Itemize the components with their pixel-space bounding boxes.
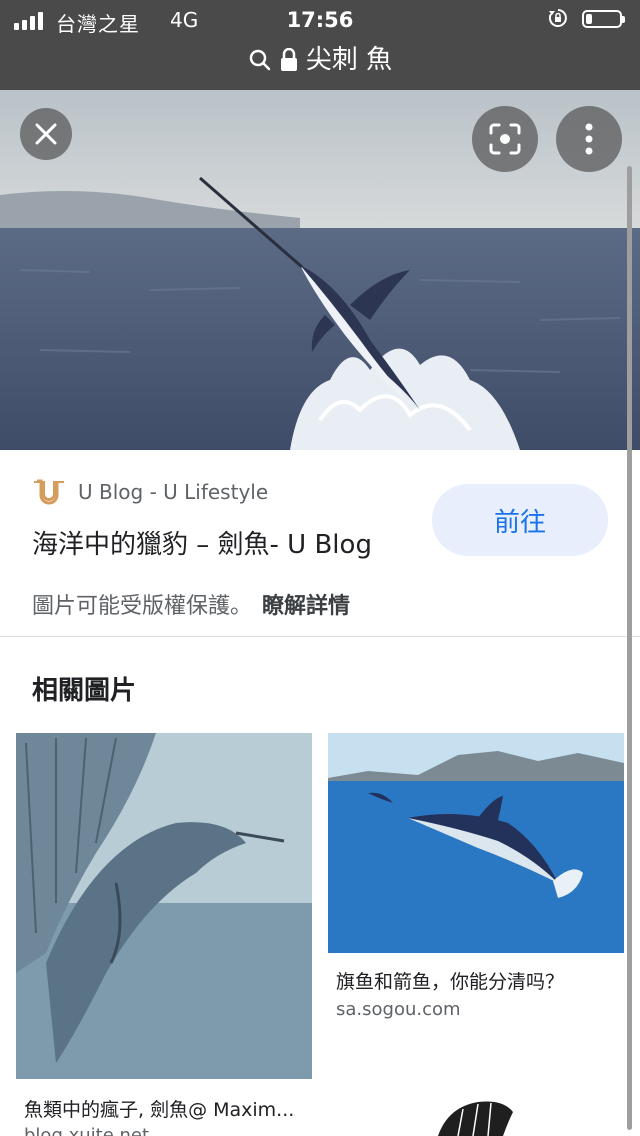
search-query: 尖刺 魚 bbox=[305, 45, 393, 75]
related-image-card[interactable] bbox=[328, 1057, 624, 1136]
url-bar[interactable]: 尖刺 魚 bbox=[0, 40, 640, 84]
lens-button[interactable] bbox=[472, 106, 538, 172]
status-bar: 台灣之星 4G 17:56 bbox=[0, 0, 640, 40]
related-image bbox=[328, 1057, 624, 1136]
learn-more-link[interactable]: 瞭解詳情 bbox=[262, 594, 350, 619]
result-title[interactable]: 海洋中的獵豹 – 劍魚- U Blog bbox=[32, 524, 372, 561]
visit-button[interactable]: 前往 bbox=[432, 484, 608, 556]
status-time: 17:56 bbox=[286, 8, 354, 32]
divider bbox=[0, 636, 640, 637]
battery-level bbox=[586, 14, 592, 24]
result-source[interactable]: U Blog - U Lifestyle bbox=[32, 478, 268, 506]
more-options-button[interactable] bbox=[556, 106, 622, 172]
more-vertical-icon bbox=[585, 123, 593, 155]
related-image-caption: 魚類中的瘋子, 劍魚@ Maxim... bbox=[24, 1099, 295, 1121]
close-icon bbox=[35, 123, 57, 145]
related-image bbox=[16, 733, 312, 1079]
copyright-notice: 圖片可能受版權保護。 瞭解詳情 bbox=[32, 588, 350, 620]
browser-top-bar: 台灣之星 4G 17:56 尖刺 魚 bbox=[0, 0, 640, 90]
main-image[interactable] bbox=[0, 90, 640, 450]
related-image-card[interactable]: 旗鱼和箭鱼，你能分清吗？ sa.sogou.com bbox=[328, 733, 624, 1053]
related-image-card[interactable]: 魚類中的瘋子, 劍魚@ Maxim... blog.xuite.net bbox=[16, 733, 312, 1136]
source-name: U Blog - U Lifestyle bbox=[78, 480, 269, 504]
copyright-text: 圖片可能受版權保護。 bbox=[32, 594, 253, 619]
search-icon bbox=[249, 49, 271, 71]
google-lens-icon bbox=[489, 123, 521, 155]
site-favicon bbox=[34, 479, 64, 505]
battery-icon bbox=[582, 10, 625, 28]
related-images-heading: 相關圖片 bbox=[32, 676, 137, 706]
related-image-source: sa.sogou.com bbox=[336, 999, 461, 1020]
close-button[interactable] bbox=[20, 108, 72, 160]
lock-icon bbox=[280, 48, 297, 71]
related-image-caption: 旗鱼和箭鱼，你能分清吗？ bbox=[336, 971, 565, 993]
scrollbar[interactable] bbox=[627, 166, 632, 1130]
related-image-source: blog.xuite.net bbox=[24, 1125, 150, 1136]
related-image bbox=[328, 733, 624, 953]
rotation-lock-icon bbox=[548, 9, 567, 27]
